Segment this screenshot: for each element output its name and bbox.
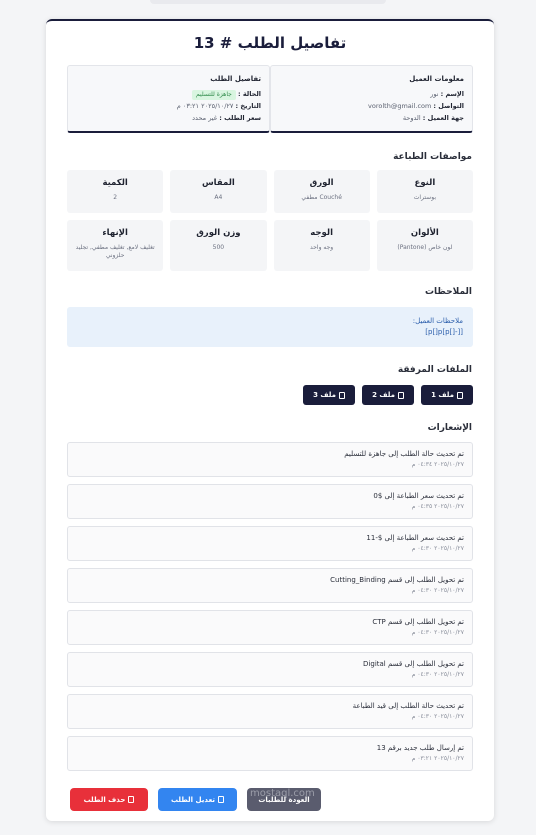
spec-value: Couché مطفي bbox=[301, 194, 342, 201]
notification-time: ٢٠٢٥/١٠/٢٧ ٠٤:٣٠ م bbox=[411, 629, 464, 636]
customer-name-row: الإسم : نور bbox=[279, 88, 464, 100]
notification-time: ٢٠٢٥/١٠/٢٧ ٠٤:٣٤ م bbox=[411, 461, 464, 468]
specs-grid: النوع بوسترات الورق Couché مطفي المقاس A… bbox=[67, 170, 473, 271]
top-bar-shadow bbox=[150, 0, 386, 4]
notification-item: تم تحديث حالة الطلب إلى قيد الطباعة ٢٠٢٥… bbox=[67, 694, 473, 729]
notification-item: تم تحديث سعر الطباعة إلى $-11 ٢٠٢٥/١٠/٢٧… bbox=[67, 526, 473, 561]
customer-info-title: معلومات العميل bbox=[409, 75, 464, 83]
notification-text: تم تحديث حالة الطلب إلى قيد الطباعة bbox=[352, 702, 464, 710]
spec-colors: الألوان لون خاص (Pantone) bbox=[376, 220, 473, 271]
edit-label: تعديل الطلب bbox=[170, 795, 216, 804]
customer-entity-label: جهة العميل : bbox=[422, 114, 464, 122]
notification-text: تم إرسال طلب جديد برقم 13 bbox=[376, 744, 464, 752]
spec-value: تغليف لامع, تغليف مطفي, تجليد حلزوني bbox=[75, 244, 155, 259]
spec-paper-weight: وزن الورق 500 bbox=[170, 220, 267, 271]
file-label: ملف 3 bbox=[313, 391, 336, 399]
customer-contact-row: التواصل : vorolth@gmail.com bbox=[279, 100, 464, 112]
notification-time: ٢٠٢٥/١٠/٢٧ ٠٤:٣٥ م bbox=[411, 503, 464, 510]
notes-box: ملاحظات العميل: [[-[]p]p[]p] bbox=[67, 307, 473, 347]
notes-text: [[-[]p]p[]p] bbox=[425, 328, 463, 336]
notification-time: ٢٠٢٥/١٠/٢٧ ٠٤:٣٠ م bbox=[411, 713, 464, 720]
notification-item: تم تحويل الطلب إلى قسم Cutting_Binding ٢… bbox=[67, 568, 473, 603]
file-button-1[interactable]: ملف 1 bbox=[421, 385, 473, 405]
customer-name: نور bbox=[430, 90, 439, 98]
spec-label: الوجه bbox=[310, 228, 333, 238]
notification-time: ٢٠٢٥/١٠/٢٧ ٠٣:٢١ م bbox=[411, 755, 464, 762]
notification-item: تم إرسال طلب جديد برقم 13 ٢٠٢٥/١٠/٢٧ ٠٣:… bbox=[67, 736, 473, 771]
file-icon bbox=[338, 391, 345, 399]
file-icon bbox=[397, 391, 404, 399]
notifications-title: الإشعارات bbox=[427, 423, 472, 433]
customer-info-box: معلومات العميل الإسم : نور التواصل : vor… bbox=[270, 65, 473, 133]
file-button-3[interactable]: ملف 3 bbox=[303, 385, 355, 405]
file-label: ملف 1 bbox=[431, 391, 454, 399]
spec-label: النوع bbox=[414, 178, 436, 188]
notes-title: الملاحظات bbox=[424, 287, 472, 297]
notification-text: تم تحديث حالة الطلب إلى جاهزة للتسليم bbox=[344, 450, 464, 458]
spec-label: الإنهاء bbox=[102, 228, 128, 238]
file-button-2[interactable]: ملف 2 bbox=[362, 385, 414, 405]
notification-time: ٢٠٢٥/١٠/٢٧ ٠٤:٣٠ م bbox=[411, 671, 464, 678]
page-title: تفاصيل الطلب # 13 bbox=[193, 34, 347, 52]
spec-label: الورق bbox=[309, 178, 334, 188]
status-badge: جاهزة للتسليم bbox=[192, 90, 236, 100]
order-date-label: التاريخ : bbox=[235, 102, 262, 110]
specs-title: مواصفات الطباعة bbox=[393, 152, 472, 162]
customer-name-label: الإسم : bbox=[440, 90, 464, 98]
customer-entity: الدوحة bbox=[402, 114, 421, 122]
edit-order-button[interactable]: تعديل الطلب bbox=[158, 788, 237, 811]
spec-sides: الوجه وجه واحد bbox=[273, 220, 370, 271]
notification-text: تم تحديث سعر الطباعة إلى $0 bbox=[373, 492, 464, 500]
edit-icon bbox=[218, 796, 225, 803]
spec-value: بوسترات bbox=[413, 194, 436, 201]
delete-order-button[interactable]: حذف الطلب bbox=[70, 788, 148, 811]
spec-value: لون خاص (Pantone) bbox=[397, 244, 453, 251]
order-price-label: سعر الطلب : bbox=[219, 114, 261, 122]
files-title: الملفات المرفقة bbox=[397, 365, 472, 375]
spec-label: المقاس bbox=[201, 178, 235, 188]
order-status-row: الحالة : جاهزة للتسليم bbox=[76, 88, 261, 100]
notification-text: تم تحويل الطلب إلى قسم CTP bbox=[372, 618, 464, 626]
notification-item: تم تحديث حالة الطلب إلى جاهزة للتسليم ٢٠… bbox=[67, 442, 473, 477]
customer-contact-label: التواصل : bbox=[433, 102, 464, 110]
order-info-title: تفاصيل الطلب bbox=[210, 75, 261, 83]
spec-value: 2 bbox=[113, 194, 118, 201]
order-info-box: تفاصيل الطلب الحالة : جاهزة للتسليم التا… bbox=[67, 65, 270, 133]
spec-type: النوع بوسترات bbox=[376, 170, 473, 213]
order-details-card: تفاصيل الطلب # 13 معلومات العميل الإسم :… bbox=[46, 19, 494, 821]
order-status-label: الحالة : bbox=[237, 90, 261, 98]
notification-item: تم تحديث سعر الطباعة إلى $0 ٢٠٢٥/١٠/٢٧ ٠… bbox=[67, 484, 473, 519]
spec-finishing: الإنهاء تغليف لامع, تغليف مطفي, تجليد حل… bbox=[67, 220, 164, 271]
customer-contact: vorolth@gmail.com bbox=[368, 102, 432, 110]
notification-time: ٢٠٢٥/١٠/٢٧ ٠٤:٣٠ م bbox=[411, 587, 464, 594]
spec-label: الألوان bbox=[410, 228, 439, 238]
spec-value: A4 bbox=[214, 194, 223, 201]
order-price: غير محدد bbox=[192, 114, 218, 122]
delete-label: حذف الطلب bbox=[83, 795, 126, 804]
files-list: ملف 1 ملف 2 ملف 3 bbox=[303, 385, 473, 405]
notes-label: ملاحظات العميل: bbox=[412, 317, 463, 325]
spec-label: وزن الورق bbox=[196, 228, 241, 238]
spec-size: المقاس A4 bbox=[170, 170, 267, 213]
file-label: ملف 2 bbox=[372, 391, 395, 399]
notification-item: تم تحويل الطلب إلى قسم Digital ٢٠٢٥/١٠/٢… bbox=[67, 652, 473, 687]
spec-label: الكمية bbox=[102, 178, 128, 188]
order-price-row: سعر الطلب : غير محدد bbox=[76, 112, 261, 124]
order-date: ٢٠٢٥/١٠/٢٧ ٠٣:٢١ م bbox=[176, 102, 234, 110]
order-date-row: التاريخ : ٢٠٢٥/١٠/٢٧ ٠٣:٢١ م bbox=[76, 100, 261, 112]
spec-value: 500 bbox=[212, 244, 225, 251]
spec-quantity: الكمية 2 bbox=[67, 170, 164, 213]
spec-paper: الورق Couché مطفي bbox=[273, 170, 370, 213]
watermark: mostaql.com bbox=[250, 788, 315, 799]
trash-icon bbox=[128, 796, 135, 803]
customer-entity-row: جهة العميل : الدوحة bbox=[279, 112, 464, 124]
file-icon bbox=[456, 391, 463, 399]
notification-text: تم تحويل الطلب إلى قسم Digital bbox=[363, 660, 464, 668]
notification-text: تم تحديث سعر الطباعة إلى $-11 bbox=[366, 534, 464, 542]
notification-text: تم تحويل الطلب إلى قسم Cutting_Binding bbox=[330, 576, 464, 584]
spec-value: وجه واحد bbox=[310, 244, 334, 251]
notification-time: ٢٠٢٥/١٠/٢٧ ٠٤:٣٠ م bbox=[411, 545, 464, 552]
notification-item: تم تحويل الطلب إلى قسم CTP ٢٠٢٥/١٠/٢٧ ٠٤… bbox=[67, 610, 473, 645]
notifications-list: تم تحديث حالة الطلب إلى جاهزة للتسليم ٢٠… bbox=[67, 442, 473, 778]
